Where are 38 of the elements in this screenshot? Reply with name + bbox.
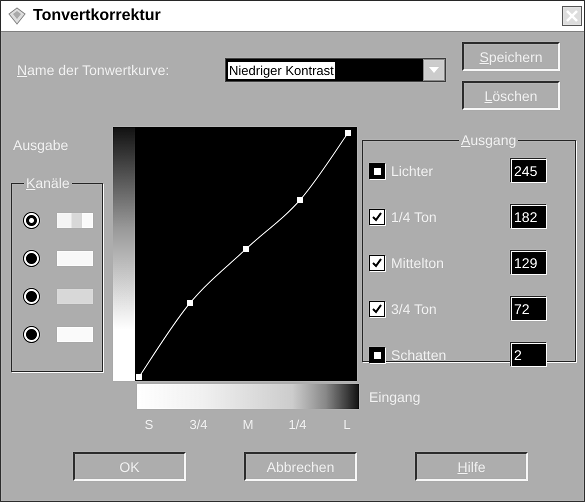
channel-radio[interactable] (24, 326, 39, 342)
axis-tick-label: M (242, 417, 254, 432)
tone-label: Lichter (391, 163, 434, 179)
tone-value-field[interactable]: 245 (511, 159, 547, 183)
tone-value-field[interactable]: 72 (511, 297, 547, 321)
channel-radio[interactable] (24, 212, 39, 228)
fixed-point-marker (369, 163, 385, 179)
app-icon (7, 6, 27, 26)
tone-value-field[interactable]: 129 (511, 251, 547, 275)
ausgang-legend: Ausgang (459, 132, 518, 148)
channel-radio[interactable] (24, 250, 39, 266)
curve-name-dropdown[interactable]: Niedriger Kontrast (225, 58, 446, 82)
tone-label: 3/4 Ton (391, 301, 438, 317)
axis-tick-label: 1/4 (287, 417, 308, 432)
fixed-point-marker (369, 347, 385, 363)
channel-radio[interactable] (24, 288, 39, 304)
tone-checkbox[interactable] (369, 255, 385, 271)
tone-value-field[interactable]: 2 (511, 343, 547, 367)
axis-tick-label: S (144, 417, 154, 432)
caret-icon (429, 67, 439, 73)
dropdown-value: Niedriger Kontrast (228, 62, 335, 78)
input-label: Eingang (369, 388, 420, 404)
tone-label: Mittelton (391, 255, 445, 271)
output-label: Ausgabe (13, 137, 70, 153)
tone-checkbox[interactable] (369, 301, 385, 317)
channel-swatch (57, 212, 93, 228)
dropdown-caret-button[interactable] (423, 59, 445, 81)
window-title: Tonvertkorrektur (33, 7, 162, 25)
tone-value-field[interactable]: 182 (511, 205, 547, 229)
tone-checkbox[interactable] (369, 209, 385, 225)
axis-tick-label: L (342, 417, 352, 432)
tone-label: 1/4 Ton (391, 209, 438, 225)
tone-label: Schatten (391, 347, 448, 363)
channels-legend: Kanäle (24, 175, 72, 191)
curve-name-label: Name der Tonwertkurve: (17, 62, 170, 78)
axis-tick-label: 3/4 (188, 417, 209, 432)
close-button[interactable] (562, 6, 582, 26)
close-icon (566, 10, 578, 22)
